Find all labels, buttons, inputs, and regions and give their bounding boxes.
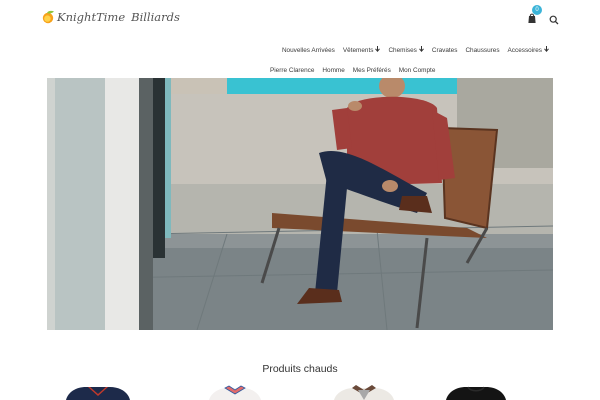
nav-item-chaussures[interactable]: Chaussures (461, 47, 503, 54)
nav-item-label: Mon Compte (398, 66, 436, 74)
arrow-down-icon (418, 46, 424, 54)
search-button[interactable] (549, 12, 559, 25)
nav-item-chemises[interactable]: Chemises (384, 46, 427, 54)
hero-image (47, 78, 553, 330)
brand-name-part1: KnightTime (57, 10, 126, 24)
product-image (209, 385, 261, 400)
nav-row-1: Nouvelles Arrivées Vêtements Chemises Cr… (278, 41, 553, 59)
site-header: KnightTime Billiards 0 (0, 0, 600, 40)
nav-item-nouvelles-arrivees[interactable]: Nouvelles Arrivées (278, 47, 339, 54)
nav-item-mes-preferes[interactable]: Mes Préférés (349, 67, 395, 74)
header-icons: 0 (527, 5, 559, 25)
hero-banner[interactable] (47, 78, 553, 330)
nav-item-label: Cravates (431, 46, 458, 54)
nav-item-cravates[interactable]: Cravates (428, 47, 462, 54)
nav-item-label: Nouvelles Arrivées (281, 46, 335, 54)
logo-text: KnightTime Billiards (57, 10, 180, 24)
nav-item-label: Homme (322, 66, 345, 74)
nav-item-label: Vêtements (342, 46, 374, 54)
nav-item-label: Accessoires (507, 46, 542, 54)
product-card[interactable] (62, 384, 134, 400)
product-grid (60, 384, 550, 400)
product-card[interactable] (328, 384, 400, 400)
product-card[interactable] (440, 384, 512, 400)
product-image (334, 385, 394, 400)
arrow-down-icon (544, 46, 549, 54)
nav-item-label: Chaussures (465, 46, 500, 54)
nav-item-accessoires[interactable]: Accessoires (504, 46, 553, 54)
brand-name-part2: Billiards (131, 10, 180, 24)
logo[interactable]: KnightTime Billiards (41, 10, 180, 24)
search-icon (549, 15, 559, 25)
nav-item-label: Mes Préférés (352, 66, 391, 74)
product-image (446, 386, 506, 400)
cart-button[interactable]: 0 (527, 5, 542, 23)
section-title-featured: Produits chauds (262, 363, 338, 375)
product-card[interactable] (205, 384, 265, 400)
nav-item-label: Pierre Clarence (270, 66, 315, 74)
arrow-down-icon (375, 46, 381, 54)
nav-item-vetements[interactable]: Vêtements (339, 46, 385, 54)
cart-count-badge: 0 (532, 5, 542, 15)
nav-item-homme[interactable]: Homme (318, 67, 348, 74)
logo-mark-icon (41, 10, 55, 24)
nav-item-label: Chemises (388, 46, 417, 54)
product-image (66, 387, 130, 400)
nav-item-pierre-clarence[interactable]: Pierre Clarence (266, 67, 318, 74)
nav-item-mon-compte[interactable]: Mon Compte (395, 67, 440, 74)
nav-row-2: Pierre Clarence Homme Mes Préférés Mon C… (266, 61, 439, 79)
